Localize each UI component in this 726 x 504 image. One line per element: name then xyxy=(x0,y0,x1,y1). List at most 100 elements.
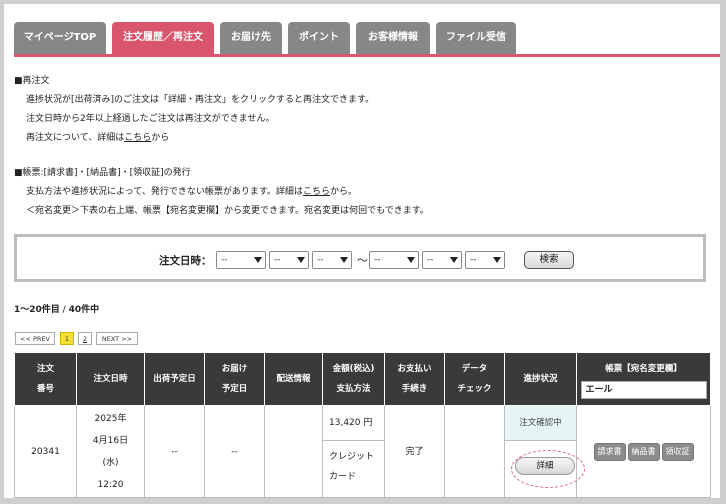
page-1-button[interactable]: 1 xyxy=(60,332,74,345)
order-history-table: 注文番号 注文日時 出荷予定日 お届け 予定日 配送情報 金額(税込) 支払方法 お… xyxy=(14,352,711,498)
table-row: 20341 2025年 4月16日 (水) 12:20 -- -- 13,420… xyxy=(14,405,711,498)
docs-details-link[interactable]: こちら xyxy=(303,187,330,197)
from-month-value: -- xyxy=(274,255,281,265)
delivery-note-button[interactable]: 納品書 xyxy=(627,442,660,461)
status-cell: 注文確認中 詳細 xyxy=(504,405,585,498)
table-header-row: 注文番号 注文日時 出荷予定日 お届け 予定日 配送情報 金額(税込) 支払方法 お… xyxy=(14,352,711,406)
header-ship-date: 出荷予定日 xyxy=(144,352,205,406)
docs-heading: ■帳票:[請求書]・[納品書]・[領収証]の発行 xyxy=(14,168,191,178)
range-tilde: 〜 xyxy=(357,254,368,267)
reorder-line-3-suffix: から xyxy=(151,133,170,143)
header-documents-title: 帳票【宛名変更欄】 xyxy=(605,364,682,374)
docs-line-1: 支払方法や進捗状況によって、発行できない帳票があります。詳細はこちらから。 xyxy=(14,183,704,202)
header-order-no-line1: 注文 xyxy=(36,364,54,374)
order-date-cell: 2025年 4月16日 (水) 12:20 xyxy=(76,405,145,498)
header-order-date: 注文日時 xyxy=(76,352,145,406)
order-date-day: 4月16日 xyxy=(92,435,129,446)
order-date-search: 注文日時： -- -- -- 〜 -- -- -- 検索 xyxy=(14,234,706,282)
reorder-line-3: 再注文について、詳細はこちらから xyxy=(14,129,704,148)
to-year-select[interactable]: -- xyxy=(369,251,419,269)
result-count: 1〜20件目 / 40件中 xyxy=(14,302,99,315)
header-shipping-info: 配送情報 xyxy=(264,352,323,406)
receipt-button[interactable]: 領収証 xyxy=(661,442,694,461)
from-day-value: -- xyxy=(317,255,324,265)
delivery-date-cell: -- xyxy=(204,405,265,498)
header-data-line2: チェック xyxy=(457,384,492,394)
tab-customer-info[interactable]: お客様情報 xyxy=(356,22,430,54)
header-payment-proc: お支払い 手続き xyxy=(384,352,445,406)
result-range: 1〜20件目 xyxy=(14,305,60,315)
payment-proc-cell: 完了 xyxy=(384,405,445,498)
chevron-down-icon xyxy=(407,257,415,263)
chevron-down-icon xyxy=(254,257,262,263)
header-data-check: データ チェック xyxy=(444,352,505,406)
header-payment-line1: お支払い xyxy=(397,364,432,374)
amount-value: 13,420 円 xyxy=(323,406,384,441)
invoice-button[interactable]: 請求書 xyxy=(593,442,626,461)
from-month-select[interactable]: -- xyxy=(269,251,309,269)
tab-mypage-top[interactable]: マイページTOP xyxy=(14,22,106,54)
detail-button[interactable]: 詳細 xyxy=(515,457,575,475)
header-amount-line2: 支払方法 xyxy=(336,384,371,394)
search-button[interactable]: 検索 xyxy=(524,251,574,269)
page-2-label: 2 xyxy=(82,335,88,343)
chevron-down-icon xyxy=(450,257,458,263)
header-amount-line1: 金額(税込) xyxy=(332,364,375,374)
header-amount: 金額(税込) 支払方法 xyxy=(322,352,385,406)
page-frame: マイページTOP 注文履歴／再注文 お届け先 ポイント お客様情報 ファイル受信… xyxy=(4,4,720,498)
payment-method-line2: カード xyxy=(329,472,357,482)
shipping-info-cell xyxy=(264,405,323,498)
order-date-year: 2025年 xyxy=(94,413,127,424)
payment-method-line1: クレジット xyxy=(329,452,375,462)
header-status: 進捗状況 xyxy=(504,352,577,406)
header-order-no: 注文 番号 xyxy=(14,352,77,406)
header-payment-line2: 手続き xyxy=(401,384,428,394)
reorder-line-1: 進捗状況が[出荷済み]のご注文は「詳細・再注文」をクリックすると再注文できます。 xyxy=(26,95,375,105)
result-total: 40件中 xyxy=(68,305,100,315)
reorder-heading: ■再注文 xyxy=(14,76,50,86)
payment-method: クレジット カード xyxy=(323,441,384,487)
order-no-cell: 20341 xyxy=(14,405,77,498)
tab-underline xyxy=(14,54,720,57)
mypage-tabs: マイページTOP 注文履歴／再注文 お届け先 ポイント お客様情報 ファイル受信 xyxy=(14,22,720,58)
reorder-details-link[interactable]: こちら xyxy=(124,133,151,143)
order-date-label: 注文日時： xyxy=(159,255,212,267)
order-date-weekday: (水) xyxy=(102,457,119,468)
detail-area: 詳細 xyxy=(505,441,585,497)
status-badge: 注文確認中 xyxy=(505,406,576,441)
documents-cell: 請求書 納品書 領収証 xyxy=(576,405,711,498)
docs-line-1-text: 支払方法や進捗状況によって、発行できない帳票があります。詳細は xyxy=(26,187,303,197)
header-delivery-date: お届け 予定日 xyxy=(204,352,265,406)
account-name-field[interactable]: エール xyxy=(580,381,707,399)
prev-page-button[interactable]: << PREV xyxy=(15,332,55,345)
to-day-value: -- xyxy=(470,255,477,265)
docs-line-2: ＜宛名変更＞下表の右上端、帳票【宛名変更欄】から変更できます。宛名変更は何回でも… xyxy=(26,206,429,216)
to-day-select[interactable]: -- xyxy=(465,251,505,269)
to-month-value: -- xyxy=(427,255,434,265)
amount-cell: 13,420 円 クレジット カード xyxy=(322,405,385,498)
to-year-value: -- xyxy=(374,255,381,265)
docs-line-1-suffix: から。 xyxy=(329,187,357,197)
data-check-cell xyxy=(444,405,505,498)
chevron-down-icon xyxy=(340,257,348,263)
tab-points[interactable]: ポイント xyxy=(288,22,350,54)
header-order-no-line2: 番号 xyxy=(36,384,54,394)
tab-order-history[interactable]: 注文履歴／再注文 xyxy=(112,22,214,54)
order-date-time: 12:20 xyxy=(97,479,124,490)
reorder-line-2: 注文日時から2年以上経過したご注文は再注文ができません。 xyxy=(26,114,275,124)
result-separator: / xyxy=(59,305,69,315)
tab-file-receive[interactable]: ファイル受信 xyxy=(436,22,516,54)
info-section: ■再注文 進捗状況が[出荷済み]のご注文は「詳細・再注文」をクリックすると再注文… xyxy=(14,72,704,221)
page-2-button[interactable]: 2 xyxy=(78,332,92,345)
reorder-line-3-text: 再注文について、詳細は xyxy=(26,133,125,143)
from-year-select[interactable]: -- xyxy=(216,251,266,269)
tab-delivery-address[interactable]: お届け先 xyxy=(220,22,282,54)
from-day-select[interactable]: -- xyxy=(312,251,352,269)
header-data-line1: データ xyxy=(461,364,488,374)
chevron-down-icon xyxy=(493,257,501,263)
header-documents: 帳票【宛名変更欄】 エール xyxy=(576,352,711,406)
header-delivery-line2: 予定日 xyxy=(221,384,248,394)
next-page-button[interactable]: NEXT >> xyxy=(96,332,138,345)
ship-date-cell: -- xyxy=(144,405,205,498)
to-month-select[interactable]: -- xyxy=(422,251,462,269)
